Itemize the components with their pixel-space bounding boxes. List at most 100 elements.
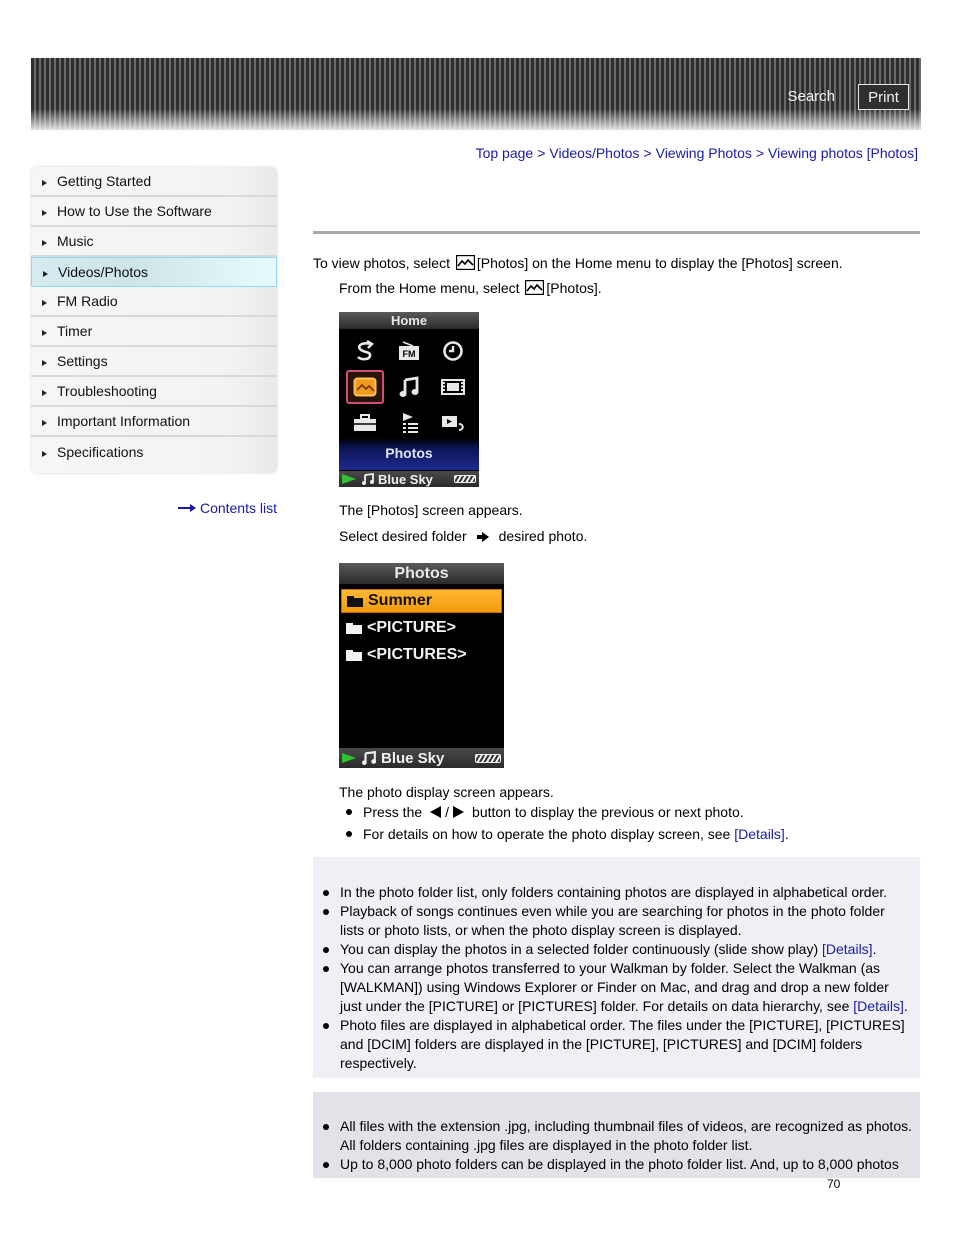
home-menu-screenshot: Home FM Photos Blue Sky — [339, 312, 479, 487]
step-2-bullet-2: For details on how to operate the photo … — [363, 826, 789, 842]
hint-item: Playback of songs continues even while y… — [323, 902, 912, 940]
hint-item: You can arrange photos transferred to yo… — [323, 959, 912, 1016]
sidebar-item-label: Timer — [57, 323, 93, 339]
sidebar-item-settings[interactable]: Settings — [31, 347, 277, 377]
sidebar-item-label: Videos/Photos — [58, 264, 149, 280]
step-1: From the Home menu, select [Photos]. — [339, 280, 602, 296]
previous-button-icon — [430, 806, 442, 818]
folder-icon — [346, 649, 362, 661]
toolbox-icon — [346, 406, 384, 440]
bullet-1-text-before: Press the — [363, 804, 423, 820]
bullet-2-text-before: For details on how to operate the photo … — [363, 826, 731, 842]
bullet-1-text-after: button to display the previous or next p… — [472, 804, 744, 820]
play-indicator-icon — [342, 753, 356, 763]
triangle-right-icon — [42, 389, 47, 396]
now-playing: Blue Sky — [362, 472, 433, 487]
hint-item: In the photo folder list, only folders c… — [323, 883, 912, 902]
note-item-text: All files with the extension .jpg, inclu… — [340, 1118, 912, 1153]
sidebar-item-videos-photos[interactable]: Videos/Photos — [31, 257, 277, 287]
video-return-icon — [434, 406, 472, 440]
sidebar-item-label: Settings — [57, 353, 108, 369]
hint-list: In the photo folder list, only folders c… — [323, 883, 912, 1073]
now-playing: Blue Sky — [362, 750, 444, 767]
triangle-right-icon — [42, 209, 47, 216]
photos-menu-item-selected — [346, 370, 384, 404]
folder-name: <PICTURE> — [367, 619, 456, 636]
bullet-2-text-after: . — [784, 826, 789, 842]
details-link[interactable]: [Details] — [822, 941, 873, 957]
step-2-bullet-1: Press the / button to display the previous… — [363, 804, 744, 820]
arrow-right-icon — [177, 504, 196, 512]
sidebar-item-specifications[interactable]: Specifications — [31, 437, 277, 467]
search-link[interactable]: Search — [787, 88, 835, 105]
sidebar-nav: Getting Started How to Use the Software … — [31, 167, 277, 473]
sidebar-item-music[interactable]: Music — [31, 227, 277, 257]
fm-radio-icon: FM — [390, 334, 428, 368]
sidebar-item-getting-started[interactable]: Getting Started — [31, 167, 277, 197]
breadcrumb-separator: > — [643, 145, 652, 161]
triangle-right-icon — [42, 450, 47, 457]
photos-folder-screenshot: Photos Summer <PICTURE> <PICTURES> Blue … — [339, 563, 504, 768]
sidebar-item-label: Getting Started — [57, 173, 152, 189]
hint-item: You can display the photos in a selected… — [323, 940, 912, 959]
sidebar-item-fm-radio[interactable]: FM Radio — [31, 287, 277, 317]
intro-text-before: To view photos, select — [313, 255, 450, 271]
svg-text:FM: FM — [403, 349, 416, 359]
device-status-bar: Blue Sky — [339, 748, 504, 768]
bullet — [346, 809, 352, 815]
step-2-result: The photo display screen appears. — [339, 784, 554, 800]
breadcrumb-separator: > — [755, 145, 765, 161]
breadcrumb-current-page[interactable]: Viewing photos [Photos] — [768, 145, 918, 161]
arrow-right-icon — [476, 532, 489, 542]
folder-name: <PICTURES> — [367, 646, 467, 663]
play-indicator-icon — [342, 474, 356, 484]
step-1-result: The [Photos] screen appears. — [339, 502, 523, 518]
folder-row: <PICTURE> — [341, 616, 502, 640]
triangle-right-icon — [42, 419, 47, 426]
home-screen-title: Home — [339, 312, 479, 329]
note-list: All files with the extension .jpg, inclu… — [323, 1117, 912, 1174]
details-link[interactable]: [Details] — [853, 998, 904, 1014]
sidebar-item-label: FM Radio — [57, 293, 118, 309]
contents-list-label[interactable]: Contents list — [200, 500, 277, 516]
breadcrumb: Top page > Videos/Photos > Viewing Photos > Vi… — [476, 145, 918, 161]
details-link[interactable]: [Details] — [734, 826, 785, 842]
print-button[interactable]: Print — [858, 84, 909, 110]
triangle-right-icon — [42, 329, 47, 336]
breadcrumb-videos-photos[interactable]: Videos/Photos — [549, 145, 639, 161]
sidebar-item-troubleshooting[interactable]: Troubleshooting — [31, 377, 277, 407]
sidebar-item-how-to-use-software[interactable]: How to Use the Software — [31, 197, 277, 227]
device-status-bar: Blue Sky — [339, 471, 479, 487]
header-bar: Search Print — [31, 58, 921, 130]
triangle-right-icon — [42, 359, 47, 366]
step-2-text-before: Select desired folder — [339, 528, 467, 544]
hint-item-text: Photo files are displayed in alphabetica… — [340, 1017, 905, 1071]
sidebar-item-timer[interactable]: Timer — [31, 317, 277, 347]
step-1-text-after: [Photos]. — [546, 280, 602, 296]
hint-item-punct: . — [903, 998, 908, 1014]
music-note-icon — [362, 751, 376, 765]
triangle-right-icon — [43, 270, 48, 277]
contents-list-link[interactable]: Contents list — [177, 500, 277, 516]
page-number: 70 — [827, 1177, 841, 1191]
hint-item-text: You can display the photos in a selected… — [340, 941, 822, 957]
photos-icon — [455, 255, 475, 270]
hint-item-text: Playback of songs continues even while y… — [340, 903, 885, 938]
now-playing-title: Blue Sky — [378, 471, 433, 487]
music-note-icon — [390, 370, 428, 404]
step-2-text-after: desired photo. — [498, 528, 588, 544]
breadcrumb-viewing-photos[interactable]: Viewing Photos — [656, 145, 752, 161]
step-1-text-before: From the Home menu, select — [339, 280, 520, 296]
repeat-icon — [346, 334, 384, 368]
folder-name: Summer — [368, 592, 433, 609]
triangle-right-icon — [42, 239, 47, 246]
triangle-right-icon — [42, 179, 47, 186]
battery-icon — [454, 475, 476, 483]
playlist-icon — [390, 406, 428, 440]
breadcrumb-top-page[interactable]: Top page — [476, 145, 534, 161]
now-playing-title: Blue Sky — [381, 749, 445, 767]
music-note-icon — [362, 473, 374, 485]
photos-screen-title: Photos — [339, 563, 504, 584]
sidebar-item-important-information[interactable]: Important Information — [31, 407, 277, 437]
next-button-icon — [453, 806, 465, 818]
